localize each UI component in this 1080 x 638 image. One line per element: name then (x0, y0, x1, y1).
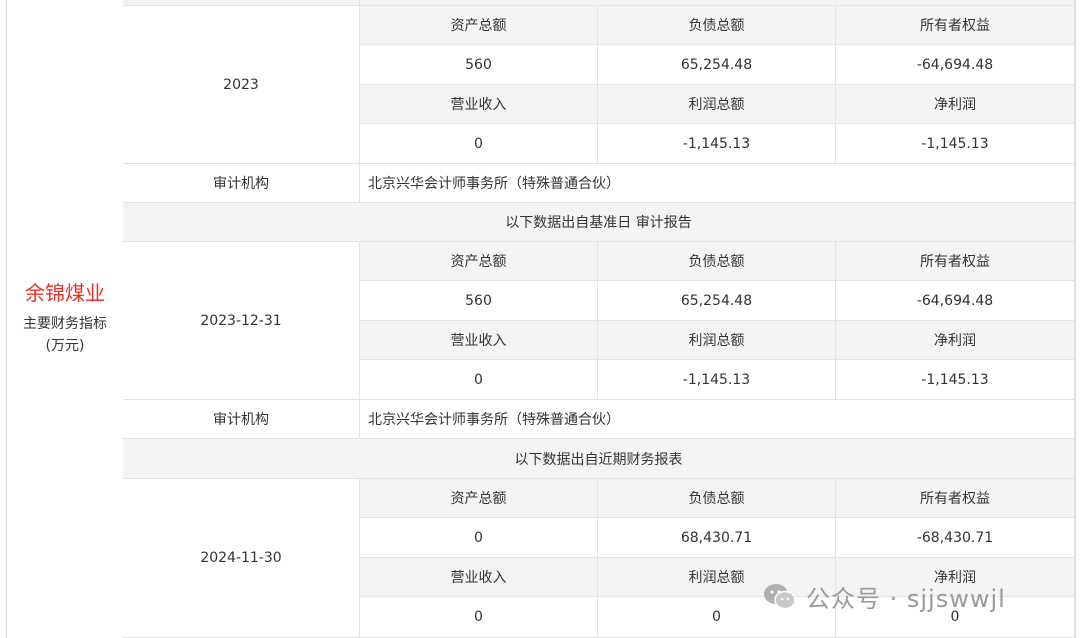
header-revenue: 营业收入 (360, 85, 598, 124)
audit-label: 审计机构 (123, 164, 360, 203)
header-net-profit: 净利润 (836, 558, 1075, 597)
subtitle-line1: 主要财务指标 (23, 316, 107, 332)
value-cell: 65,254.48 (598, 45, 836, 85)
value-cell: 65,254.48 (598, 281, 836, 321)
value-cell: -68,430.71 (836, 518, 1075, 558)
period-cell: 2024-11-30 (123, 479, 360, 638)
value-cell: 560 (360, 45, 598, 85)
header-total-profit: 利润总额 (598, 321, 836, 360)
banner-audit-report: 以下数据出自基准日 审计报告 (123, 203, 1075, 242)
header-owners-equity: 所有者权益 (836, 479, 1075, 518)
header-total-profit: 利润总额 (598, 85, 836, 124)
header-total-liabilities: 负债总额 (598, 242, 836, 281)
header-total-liabilities: 负债总额 (598, 479, 836, 518)
header-total-assets: 资产总额 (360, 479, 598, 518)
header-revenue: 营业收入 (360, 321, 598, 360)
company-column: 余锦煤业 主要财务指标 (万元) (7, 0, 123, 638)
value-cell: 0 (360, 360, 598, 400)
audit-firm: 北京兴华会计师事务所（特殊普通合伙） (360, 400, 1075, 439)
value-cell: -1,145.13 (598, 360, 836, 400)
subtitle-line2: (万元) (45, 338, 85, 354)
value-cell: -1,145.13 (598, 124, 836, 164)
header-total-assets: 资产总额 (360, 242, 598, 281)
header-total-liabilities: 负债总额 (598, 6, 836, 45)
value-cell: 68,430.71 (598, 518, 836, 558)
value-cell: -64,694.48 (836, 281, 1075, 321)
value-cell: 0 (836, 597, 1075, 638)
period-cell: 2023-12-31 (123, 242, 360, 400)
value-cell: 0 (360, 597, 598, 638)
company-name: 余锦煤业 (25, 281, 105, 305)
header-total-assets: 资产总额 (360, 6, 598, 45)
header-total-profit: 利润总额 (598, 558, 836, 597)
value-cell: 0 (598, 597, 836, 638)
audit-firm: 北京兴华会计师事务所（特殊普通合伙） (360, 164, 1075, 203)
value-cell: -1,145.13 (836, 360, 1075, 400)
header-net-profit: 净利润 (836, 85, 1075, 124)
value-cell: 0 (360, 124, 598, 164)
value-cell: 560 (360, 281, 598, 321)
period-cell: 2023 (123, 6, 360, 164)
financial-table: 2023 资产总额 负债总额 所有者权益 560 65,254.48 -64,6… (123, 0, 1075, 638)
banner-recent-statements: 以下数据出自近期财务报表 (123, 439, 1075, 479)
audit-label: 审计机构 (123, 400, 360, 439)
header-revenue: 营业收入 (360, 558, 598, 597)
value-cell: 0 (360, 518, 598, 558)
value-cell: -64,694.48 (836, 45, 1075, 85)
header-net-profit: 净利润 (836, 321, 1075, 360)
header-owners-equity: 所有者权益 (836, 242, 1075, 281)
header-owners-equity: 所有者权益 (836, 6, 1075, 45)
value-cell: -1,145.13 (836, 124, 1075, 164)
